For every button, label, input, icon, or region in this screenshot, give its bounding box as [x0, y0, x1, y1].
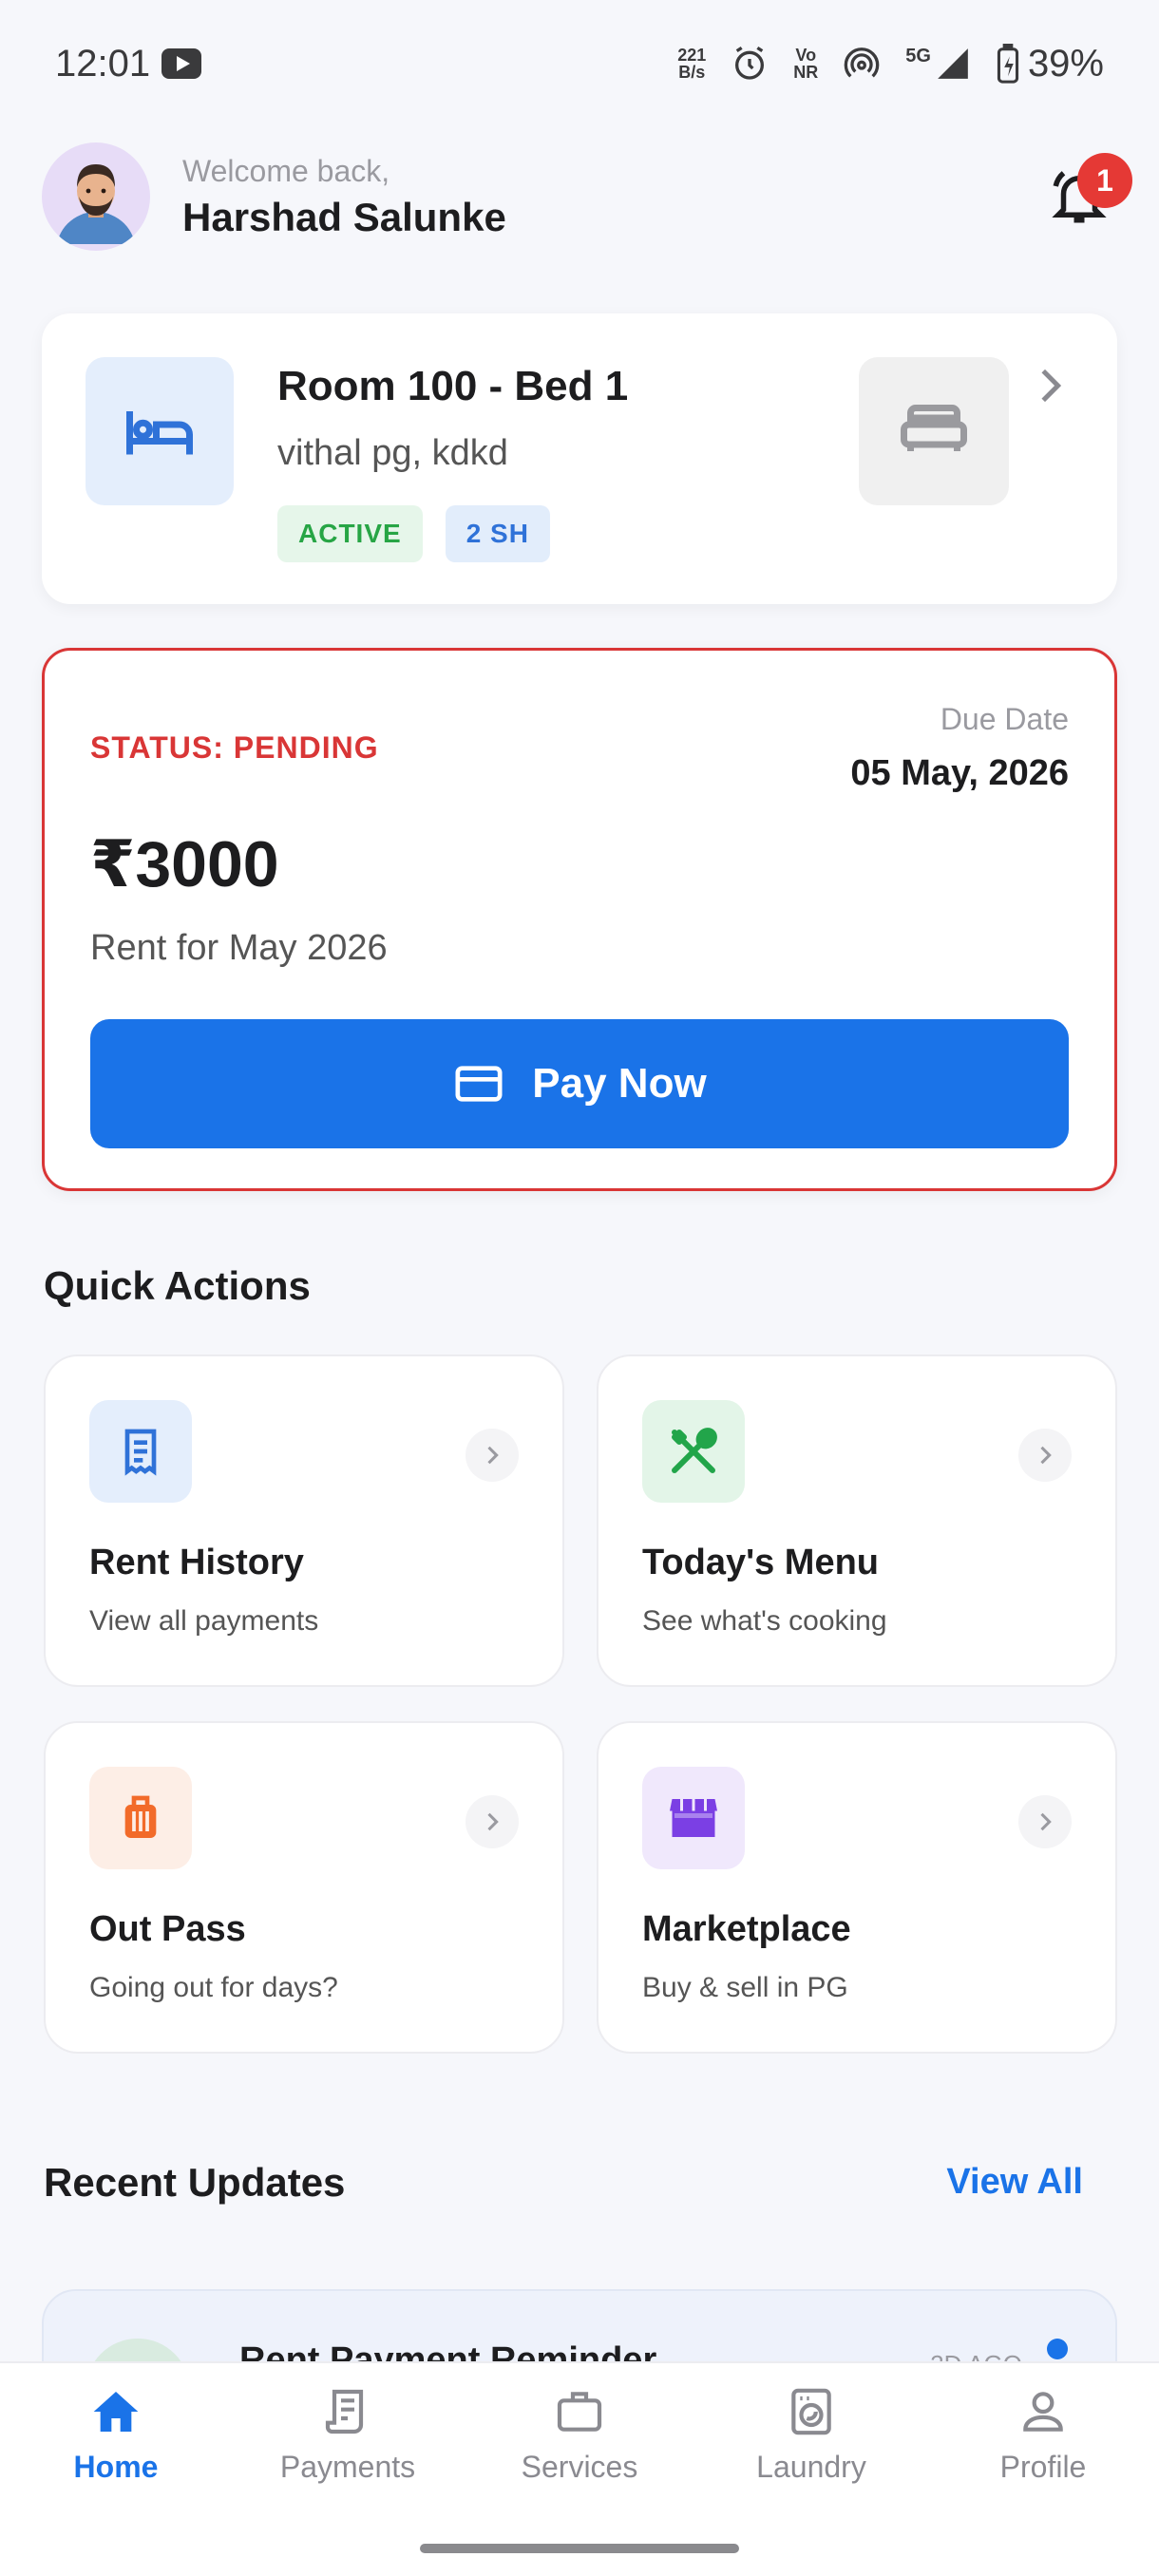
notifications-button[interactable]: 1 [1041, 153, 1132, 235]
person-icon [1023, 2391, 1063, 2432]
pay-now-button[interactable]: Pay Now [90, 1019, 1069, 1148]
header: Welcome back, Harshad Salunke 1 [42, 142, 1132, 251]
briefcase-icon [557, 2391, 602, 2432]
quick-actions-title: Quick Actions [44, 1263, 311, 1308]
sharing-badge: 2 SH [445, 505, 550, 562]
chevron-right-icon [466, 1795, 519, 1848]
alarm-icon [731, 45, 769, 83]
quick-action-subtitle: Buy & sell in PG [642, 1972, 848, 2003]
nav-label: Home [73, 2449, 159, 2484]
quick-action-title: Marketplace [642, 1909, 851, 1949]
credit-card-icon [455, 1066, 503, 1102]
nav-profile[interactable]: Profile [927, 2363, 1159, 2506]
user-name: Harshad Salunke [182, 194, 506, 239]
nav-services[interactable]: Services [464, 2363, 695, 2506]
room-tags: ACTIVE 2 SH [277, 505, 550, 562]
quick-action-title: Out Pass [89, 1909, 246, 1949]
receipt-icon [325, 2389, 364, 2434]
status-time-group: 12:01 [55, 42, 202, 85]
status-icons: 221 B/s Vo NR 5G 39% [677, 43, 1104, 85]
battery-icon [996, 44, 1020, 84]
net-speed-value: 221 [677, 46, 707, 65]
receipt-icon [89, 1400, 192, 1503]
volte-indicator: Vo NR [793, 47, 818, 81]
chevron-right-icon [1018, 1795, 1072, 1848]
nav-laundry[interactable]: Laundry [695, 2363, 927, 2506]
youtube-notification-icon [162, 48, 202, 79]
notification-badge: 1 [1077, 153, 1132, 208]
battery-level: 39% [1027, 42, 1104, 85]
greeting: Welcome back, Harshad Salunke [182, 154, 506, 240]
quick-action-subtitle: View all payments [89, 1605, 319, 1637]
nav-label: Laundry [756, 2449, 866, 2484]
room-card[interactable]: Room 100 - Bed 1 vithal pg, kdkd ACTIVE … [42, 313, 1117, 604]
volte-label: Vo [795, 46, 817, 65]
nav-payments[interactable]: Payments [232, 2363, 464, 2506]
net-speed-unit: B/s [678, 63, 706, 82]
nr-label: NR [793, 63, 819, 82]
quick-action-title: Today's Menu [642, 1543, 880, 1582]
utensils-icon [642, 1400, 745, 1503]
status-bar: 12:01 221 B/s Vo NR 5G 39% [0, 0, 1159, 127]
room-title: Room 100 - Bed 1 [277, 363, 629, 409]
rent-due-card: STATUS: PENDING Due Date 05 May, 2026 ₹3… [42, 648, 1117, 1191]
rent-history-card[interactable]: Rent History View all payments [44, 1354, 564, 1687]
room-location: vithal pg, kdkd [277, 433, 508, 473]
unread-dot [1047, 2339, 1068, 2359]
avatar[interactable] [42, 142, 150, 251]
washing-machine-icon [791, 2388, 831, 2434]
status-time: 12:01 [55, 42, 151, 85]
network-type: 5G [905, 45, 931, 66]
net-speed: 221 B/s [677, 47, 706, 81]
status-badge: ACTIVE [277, 505, 423, 562]
quick-action-subtitle: Going out for days? [89, 1972, 338, 2003]
nav-label: Services [521, 2449, 638, 2484]
chevron-right-icon [466, 1429, 519, 1482]
welcome-text: Welcome back, [182, 153, 390, 188]
signal-icon [935, 46, 971, 82]
marketplace-card[interactable]: Marketplace Buy & sell in PG [597, 1721, 1117, 2054]
bed-icon [859, 357, 1009, 505]
rent-period: Rent for May 2026 [90, 928, 388, 968]
chevron-right-icon [1018, 1429, 1072, 1482]
nav-home[interactable]: Home [0, 2363, 232, 2506]
rent-amount: ₹3000 [90, 828, 279, 900]
quick-action-subtitle: See what's cooking [642, 1605, 887, 1637]
home-indicator[interactable] [420, 2544, 739, 2553]
nav-label: Payments [279, 2449, 416, 2484]
due-date-label: Due Date [940, 702, 1069, 736]
out-pass-card[interactable]: Out Pass Going out for days? [44, 1721, 564, 2054]
hotspot-icon [843, 45, 881, 83]
home-screen: 12:01 221 B/s Vo NR 5G 39% Welcome back,… [0, 0, 1159, 2576]
todays-menu-card[interactable]: Today's Menu See what's cooking [597, 1354, 1117, 1687]
pay-now-label: Pay Now [532, 1060, 707, 1107]
chevron-right-icon [1020, 357, 1077, 414]
nav-label: Profile [999, 2449, 1087, 2484]
due-date: 05 May, 2026 [850, 753, 1069, 793]
home-icon [93, 2391, 139, 2432]
luggage-icon [89, 1767, 192, 1869]
recent-updates-title: Recent Updates [44, 2160, 346, 2205]
store-icon [642, 1767, 745, 1869]
bottom-navigation: Home Payments Services Laundry Profile [0, 2361, 1159, 2576]
quick-action-title: Rent History [89, 1543, 304, 1582]
view-all-link[interactable]: View All [946, 2162, 1083, 2203]
hotel-bed-icon [86, 357, 234, 505]
rent-status: STATUS: PENDING [90, 730, 379, 765]
